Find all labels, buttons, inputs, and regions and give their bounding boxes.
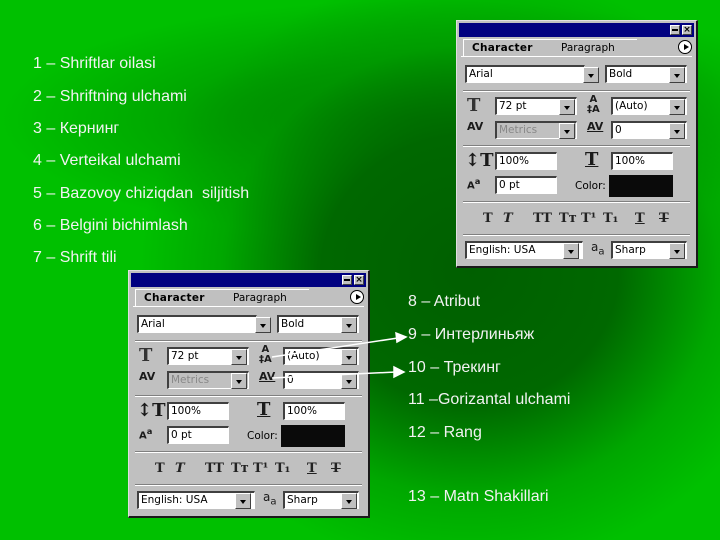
arrow-leading-head xyxy=(395,331,408,344)
arrow-tracking-head xyxy=(393,365,406,379)
callout-arrows xyxy=(271,331,408,379)
arrow-tracking-line xyxy=(271,371,397,379)
arrow-leading-line xyxy=(271,337,399,358)
